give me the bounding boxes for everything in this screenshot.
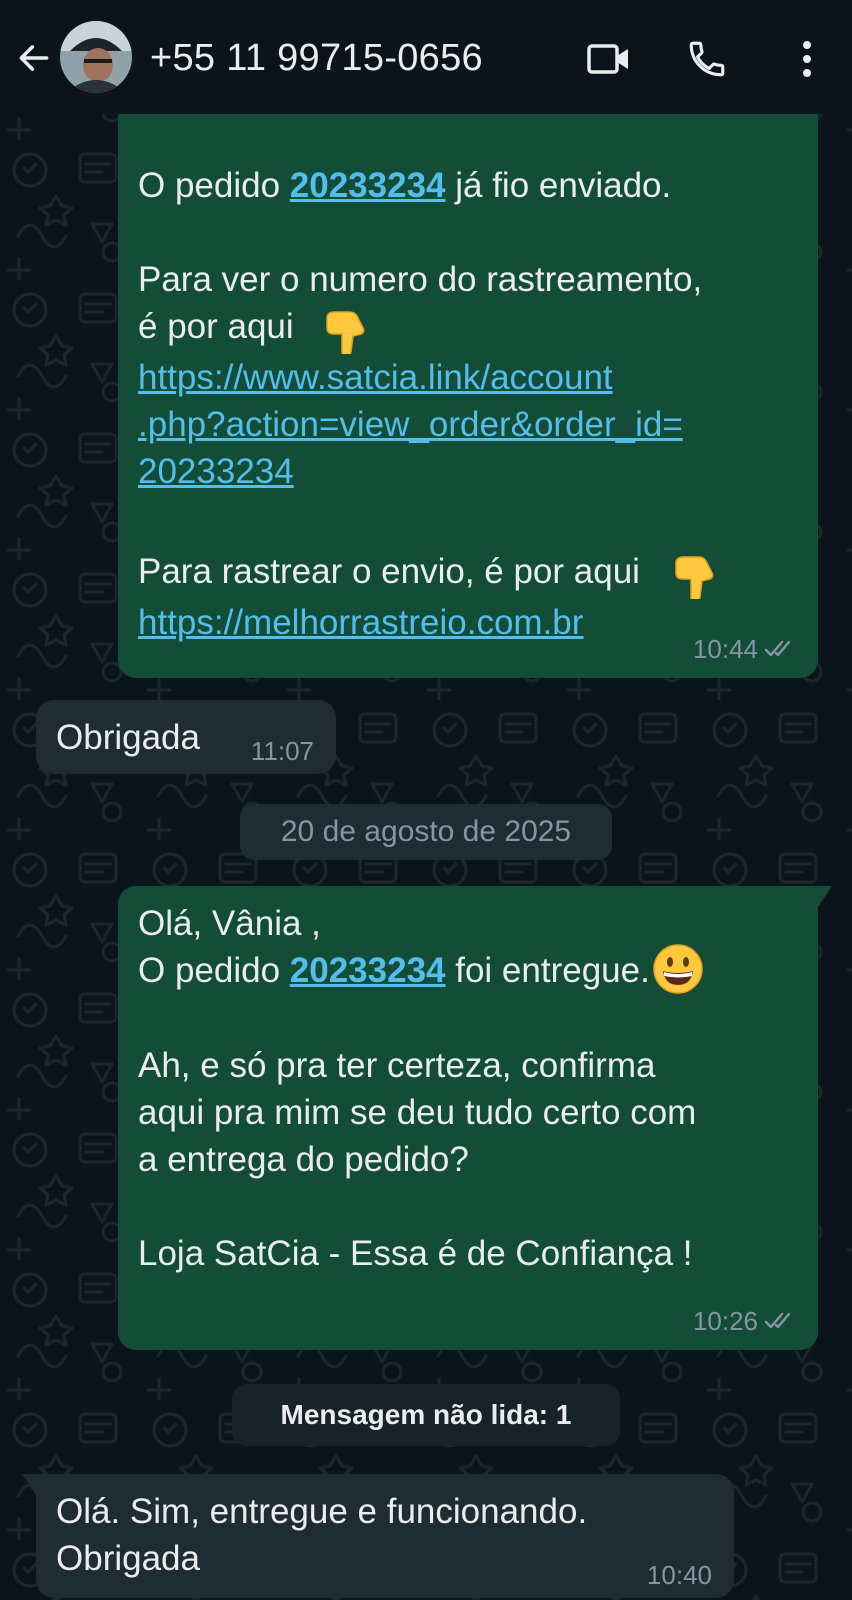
- message-text: Olá. Sim, entregue e funcionando.: [56, 1492, 588, 1531]
- back-button[interactable]: [12, 36, 56, 80]
- message-text: Para rastrear o envio, é por aqui: [138, 548, 818, 599]
- double-check-icon: [764, 1312, 791, 1329]
- message-text: Para ver o numero do rastreamento,: [138, 260, 703, 299]
- message-meta: 10:40: [647, 1560, 712, 1590]
- back-arrow-icon: [19, 45, 49, 71]
- message-text: é por aqui: [138, 303, 818, 354]
- message-text: Loja SatCia - Essa é de Confiança !: [138, 1233, 693, 1273]
- tracking-link[interactable]: https://www.satcia.link/account .php?act…: [138, 354, 818, 495]
- video-call-button[interactable]: [584, 34, 634, 84]
- phone-icon: [689, 41, 725, 77]
- chat-header: +55 11 99715-0656: [0, 0, 852, 114]
- order-link[interactable]: 20233234: [290, 166, 446, 205]
- message-text: O pedido 20233234 foi entregue.: [138, 944, 818, 995]
- pointing-down-emoji-icon: [674, 555, 714, 599]
- message-meta: 11:07: [251, 736, 314, 766]
- contact-title[interactable]: +55 11 99715-0656: [150, 34, 483, 82]
- message-text: Obrigada: [56, 1539, 200, 1578]
- pointing-down-emoji-icon: [326, 311, 365, 354]
- message-text: Olá, Vânia ,: [138, 904, 321, 943]
- melhor-rastreio-link[interactable]: https://melhorrastreio.com.br: [138, 603, 583, 642]
- message-time: 10:44: [692, 634, 758, 664]
- message-text: aqui pra mim se deu tudo certo com: [138, 1092, 697, 1132]
- message-time: 11:07: [250, 736, 314, 766]
- message-meta: 10:44: [693, 634, 796, 664]
- bubble-tail: [804, 886, 832, 910]
- more-options-button[interactable]: [782, 34, 832, 84]
- double-check-icon: [764, 640, 791, 657]
- message-text: O pedido 20233234 já fio enviado.: [138, 166, 672, 205]
- incoming-message[interactable]: Olá. Sim, entregue e funcionando. Obriga…: [22, 1474, 734, 1598]
- avatar[interactable]: [60, 21, 132, 93]
- order-link[interactable]: 20233234: [290, 951, 446, 990]
- message-meta: 10:26: [693, 1306, 796, 1336]
- message-time: 10:26: [692, 1306, 758, 1336]
- outgoing-message[interactable]: Olá, Vânia , O pedido 20233234 foi entre…: [118, 886, 832, 1350]
- grinning-face-emoji-icon: [653, 944, 703, 994]
- more-options-icon: [803, 41, 811, 77]
- video-call-icon: [587, 44, 628, 74]
- unread-messages-banner: Mensagem não lida: 1: [232, 1384, 620, 1446]
- outgoing-message[interactable]: O pedido 20233234 já fio enviado. Para v…: [118, 60, 818, 678]
- chat-screen: +55 11 99715-0656 O pedido 20233234 já f…: [0, 0, 852, 1600]
- message-text: Ah, e só pra ter certeza, confirma: [138, 1045, 656, 1085]
- message-time: 10:40: [646, 1560, 712, 1590]
- bubble-tail: [22, 1474, 50, 1498]
- avatar-photo: [60, 21, 132, 93]
- incoming-message[interactable]: Obrigada 11:07: [36, 700, 336, 774]
- message-text: a entrega do pedido?: [138, 1139, 469, 1179]
- date-separator: 20 de agosto de 2025: [240, 804, 612, 860]
- voice-call-button[interactable]: [682, 34, 732, 84]
